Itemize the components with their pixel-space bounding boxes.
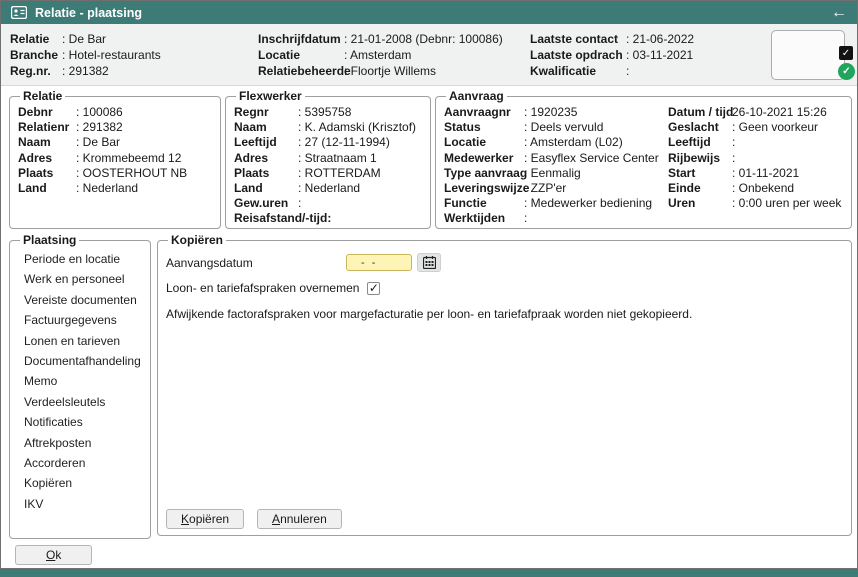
menu-item-notificaties[interactable]: Notificaties <box>18 412 142 432</box>
header-checkbox-icon[interactable]: ✓ <box>839 46 853 60</box>
menu-item-ikv[interactable]: IKV <box>18 494 142 514</box>
header-field-kwalificatie: Kwalificatie: <box>530 64 630 78</box>
kopieren-button[interactable]: Kopiëren <box>166 509 245 529</box>
header-col-laatste: Laatste contact: 21-06-2022 Laatste opdr… <box>530 31 694 79</box>
app-background: Relatie - plaatsing ← Relatie: De Bar Br… <box>0 0 858 577</box>
flexwerker-row: Reisafstand/-tijd: <box>234 211 332 226</box>
menu-item-verdeelsleutels[interactable]: Verdeelsleutels <box>18 392 142 412</box>
aanvraag-row: Functie: Medewerker bediening <box>444 196 653 211</box>
flexwerker-row: Naam: K. Adamski (Krisztof) <box>234 120 417 135</box>
aanvraag-row: Rijbewijs: <box>668 150 736 165</box>
aanvraag-legend: Aanvraag <box>449 89 504 103</box>
menu-item-factuurgegevens[interactable]: Factuurgegevens <box>18 310 142 330</box>
aanvraag-row: Geslacht: Geen voorkeur <box>668 120 819 135</box>
calendar-icon <box>422 256 436 269</box>
flexwerker-row: Adres: Straatnaam 1 <box>234 150 377 165</box>
aanvraag-row: Leveringswijze: ZZP'er <box>444 181 567 196</box>
aanvraag-row: Datum / tijd 26-10-2021 15:26 <box>668 105 827 119</box>
relatie-legend: Relatie <box>23 89 63 103</box>
header-col-relatie: Relatie: De Bar Branche: Hotel-restauran… <box>10 31 161 79</box>
aanvraag-row: Leeftijd: <box>668 135 736 150</box>
menu-item-aftrekposten[interactable]: Aftrekposten <box>18 433 142 453</box>
kopieren-actions: Kopiëren Annuleren <box>166 509 843 529</box>
relatie-row: Relatienr: 291382 <box>18 120 123 135</box>
header-field-branche: Branche: Hotel-restaurants <box>10 48 161 62</box>
header-field-inschrijfdatum: Inschrijfdatum: 21-01-2008 (Debnr: 10008… <box>258 32 503 46</box>
header-field-laatste-contact: Laatste contact: 21-06-2022 <box>530 32 695 46</box>
flexwerker-row: Land: Nederland <box>234 181 361 196</box>
contact-card-icon <box>11 6 27 19</box>
aanvangsdatum-label: Aanvangsdatum <box>166 255 253 270</box>
relatie-row: Debnr: 100086 <box>18 105 123 119</box>
aanvraag-left-column: Aanvraagnr: 1920235 Status: Deels vervul… <box>444 105 668 227</box>
kopieren-note: Afwijkende factorafspraken voor margefac… <box>166 307 693 321</box>
header-field-laatste-opdracht: Laatste opdrach: 03-11-2021 <box>530 48 694 62</box>
relatie-plaatsing-window: Relatie - plaatsing ← Relatie: De Bar Br… <box>0 0 858 569</box>
relation-summary-header: Relatie: De Bar Branche: Hotel-restauran… <box>1 24 857 86</box>
aanvraag-panel: Aanvraag Aanvraagnr: 1920235 Status: Dee… <box>435 89 852 229</box>
header-col-inschrijving: Inschrijfdatum: 21-01-2008 (Debnr: 10008… <box>258 31 503 79</box>
relatie-row: Land: Nederland <box>18 181 139 196</box>
kopieren-panel: Kopiëren Aanvangsdatum - - Loon- en tari… <box>157 233 852 536</box>
plaatsing-legend: Plaatsing <box>23 233 77 247</box>
aanvangsdatum-input[interactable] <box>346 254 412 271</box>
flexwerker-panel: Flexwerker Regnr: 5395758 Naam: K. Adams… <box>225 89 431 229</box>
flexwerker-row: Gew.uren: <box>234 196 302 211</box>
aanvraag-row: Type aanvraag: Eenmalig <box>444 165 581 180</box>
header-field-relatiebeheerder: Relatiebeheerde: Floortje Willems <box>258 64 437 78</box>
annuleren-button[interactable]: Annuleren <box>257 509 342 529</box>
loon-tarief-row: Loon- en tariefafspraken overnemen ✓ <box>166 281 843 295</box>
loon-tarief-label: Loon- en tariefafspraken overnemen <box>166 281 360 295</box>
status-ok-icon: ✓ <box>838 63 855 80</box>
aanvraag-row: Werktijden: <box>444 211 528 226</box>
menu-item-vereiste-documenten[interactable]: Vereiste documenten <box>18 290 142 310</box>
relatie-row: Plaats: OOSTERHOUT NB <box>18 165 188 180</box>
kopieren-legend: Kopiëren <box>171 233 224 247</box>
header-field-regnr: Reg.nr.: 291382 <box>10 64 109 78</box>
menu-item-accorderen[interactable]: Accorderen <box>18 453 142 473</box>
aanvraag-row: Status: Deels vervuld <box>444 120 604 135</box>
menu-item-documentafhandeling[interactable]: Documentafhandeling <box>18 351 142 371</box>
relatie-row: Adres: Krommebeemd 12 <box>18 150 182 165</box>
calendar-button[interactable] <box>417 253 441 272</box>
back-arrow-icon[interactable]: ← <box>831 4 847 21</box>
relatie-row: Naam: De Bar <box>18 135 121 150</box>
titlebar: Relatie - plaatsing ← <box>1 1 857 24</box>
menu-item-werk-en-personeel[interactable]: Werk en personeel <box>18 269 142 289</box>
aanvraag-row: Uren: 0:00 uren per week <box>668 196 842 211</box>
ok-button[interactable]: Ok <box>15 545 93 565</box>
header-field-locatie: Locatie: Amsterdam <box>258 48 412 62</box>
loon-tarief-checkbox[interactable]: ✓ <box>367 281 381 295</box>
aanvraag-row: Einde: Onbekend <box>668 181 795 196</box>
plaatsing-menu: Plaatsing Periode en locatie Werk en per… <box>9 233 151 539</box>
aanvraag-row: Medewerker: Easyflex Service Center <box>444 150 659 165</box>
relatie-panel: Relatie Debnr: 100086 Relatienr: 291382 … <box>9 89 221 229</box>
window-title: Relatie - plaatsing <box>35 5 142 20</box>
flexwerker-row: Leeftijd: 27 (12-11-1994) <box>234 135 390 150</box>
photo-placeholder <box>771 30 845 80</box>
aanvraag-row: Aanvraagnr: 1920235 <box>444 105 578 119</box>
flexwerker-row: Plaats: ROTTERDAM <box>234 165 381 180</box>
menu-item-lonen-en-tarieven[interactable]: Lonen en tarieven <box>18 331 142 351</box>
menu-item-memo[interactable]: Memo <box>18 371 142 391</box>
aanvraag-row: Start: 01-11-2021 <box>668 165 800 180</box>
flexwerker-row: Regnr: 5395758 <box>234 105 352 119</box>
flexwerker-legend: Flexwerker <box>239 89 302 103</box>
menu-item-kopieren[interactable]: Kopiëren <box>18 473 142 493</box>
aanvraag-right-column: Datum / tijd 26-10-2021 15:26 Geslacht: G… <box>668 105 843 227</box>
aanvraag-row: Locatie: Amsterdam (L02) <box>444 135 623 150</box>
menu-item-periode-en-locatie[interactable]: Periode en locatie <box>18 249 142 269</box>
aanvangsdatum-row: Aanvangsdatum <box>166 253 843 272</box>
header-field-relatie: Relatie: De Bar <box>10 32 107 46</box>
